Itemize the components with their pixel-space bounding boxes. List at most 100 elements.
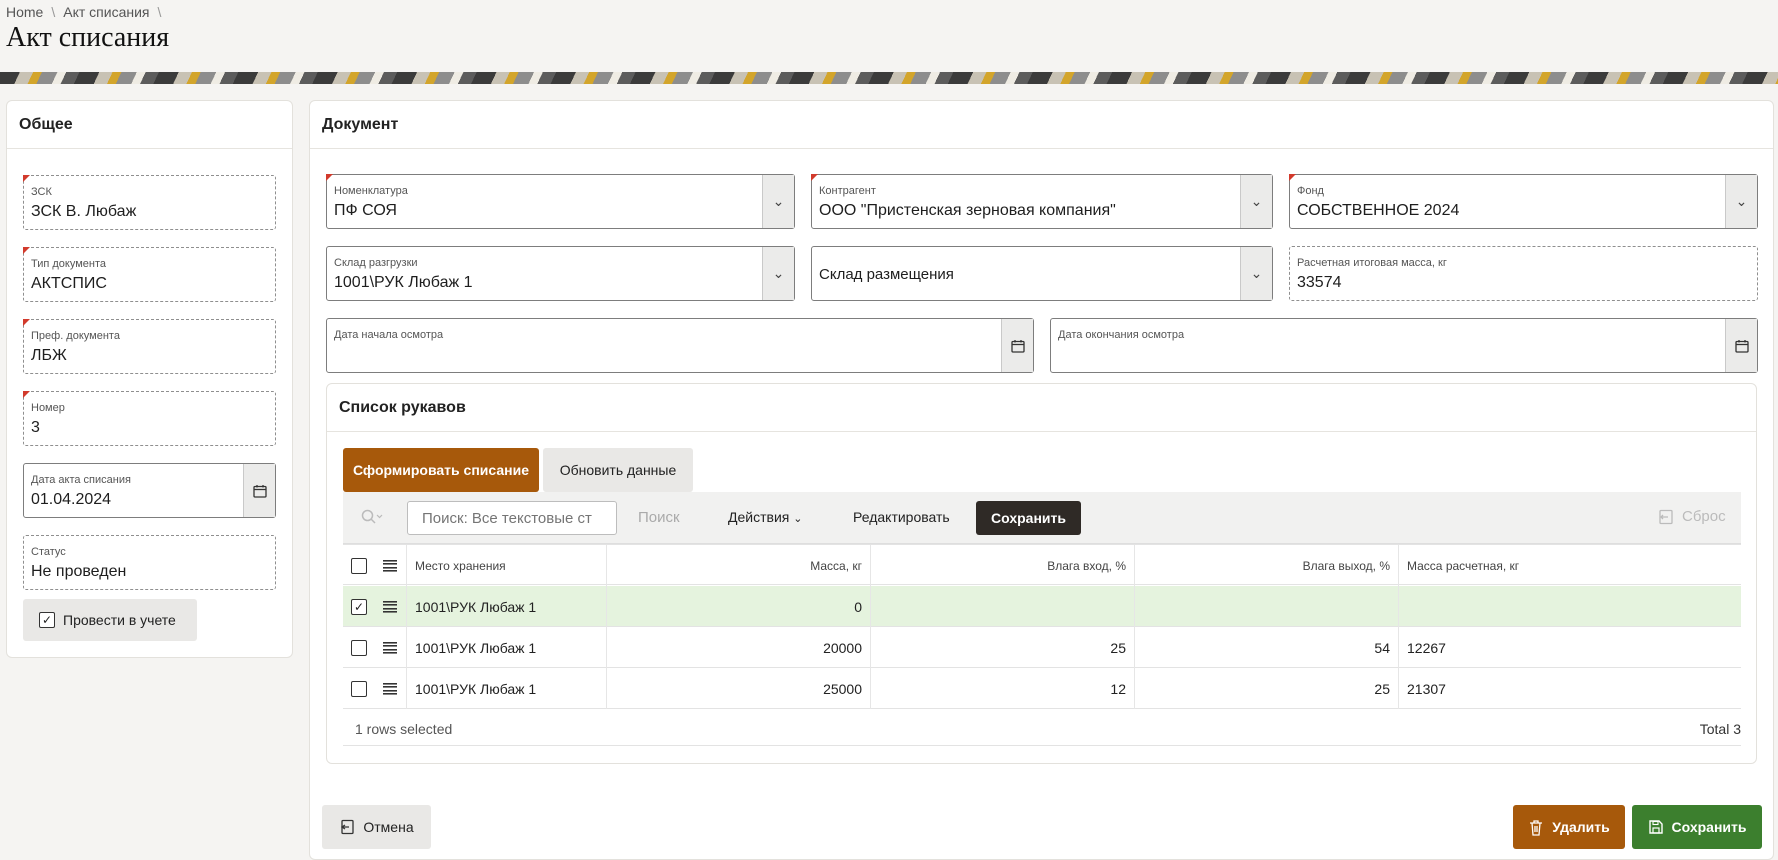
act-date-value: 01.04.2024 (31, 491, 112, 508)
column-header-calc-mass[interactable]: Масса расчетная, кг (1399, 545, 1741, 586)
breadcrumb-home[interactable]: Home (6, 4, 43, 20)
fund-label: Фонд (1297, 185, 1324, 197)
menu-lines-icon[interactable] (383, 641, 397, 654)
refresh-data-button[interactable]: Обновить данные (543, 448, 693, 492)
inspection-end-label: Дата окончания осмотра (1058, 329, 1185, 341)
storage-cell: 1001\РУК Любаж 1 (407, 627, 607, 668)
search-button[interactable]: Поиск (638, 509, 680, 526)
chevron-down-icon: ⌄ (793, 513, 803, 525)
doc-prefix-field[interactable]: Преф. документа ЛБЖ (23, 319, 276, 374)
calendar-icon[interactable] (1001, 319, 1033, 372)
page-title: Акт списания (6, 22, 170, 53)
column-header-moisture-out[interactable]: Влага выход, % (1135, 545, 1399, 586)
row-checkbox[interactable] (351, 639, 367, 656)
column-header-storage[interactable]: Место хранения (407, 545, 607, 586)
edit-button[interactable]: Редактировать (853, 509, 950, 525)
menu-lines-icon[interactable] (383, 682, 397, 695)
search-column-icon[interactable] (361, 509, 383, 528)
column-header-mass[interactable]: Масса, кг (607, 545, 871, 586)
post-in-accounting-button[interactable]: ✓ Провести в учете (23, 599, 197, 641)
row-actions-cell (379, 586, 407, 627)
counterparty-select[interactable]: Контрагент ООО "Пристенская зерновая ком… (811, 174, 1273, 229)
search-input[interactable] (407, 501, 617, 535)
storage-cell: 1001\РУК Любаж 1 (407, 586, 607, 627)
breadcrumb-current[interactable]: Акт списания (63, 4, 149, 20)
actions-menu-label: Действия (728, 509, 790, 525)
nomenclature-label: Номенклатура (334, 185, 408, 197)
doc-prefix-label: Преф. документа (31, 330, 120, 342)
save-label: Сохранить (1671, 819, 1747, 835)
zsk-label: ЗСК (31, 186, 52, 198)
doc-type-field[interactable]: Тип документа АКТСПИС (23, 247, 276, 302)
moisture-in-cell: 25 (871, 627, 1135, 668)
table-row[interactable]: 1001\РУК Любаж 1 20000 25 54 12267 (343, 627, 1741, 668)
nomenclature-select[interactable]: Номенклатура ПФ СОЯ ⌄ (326, 174, 795, 229)
row-select-cell: ✓ (343, 586, 373, 627)
unload-warehouse-select[interactable]: Склад разгрузки 1001\РУК Любаж 1 ⌄ (326, 246, 795, 301)
grid-save-button[interactable]: Сохранить (976, 501, 1081, 535)
column-header-moisture-in[interactable]: Влага вход, % (871, 545, 1135, 586)
cancel-button[interactable]: Отмена (322, 805, 431, 849)
exit-icon (341, 819, 355, 835)
row-select-cell (343, 627, 373, 668)
calendar-icon[interactable] (1725, 319, 1757, 372)
row-actions-cell (379, 627, 407, 668)
chevron-down-icon[interactable]: ⌄ (1725, 175, 1757, 228)
row-actions-header (379, 545, 407, 586)
chevron-down-icon[interactable]: ⌄ (1240, 247, 1272, 300)
delete-label: Удалить (1552, 819, 1610, 835)
form-writeoff-button[interactable]: Сформировать списание (343, 448, 539, 492)
moisture-out-cell (1135, 586, 1399, 627)
mass-cell: 0 (607, 586, 871, 627)
breadcrumb-separator: \ (51, 4, 56, 20)
status-field: Статус Не проведен (23, 535, 276, 590)
save-button[interactable]: Сохранить (1632, 805, 1762, 849)
moisture-out-cell: 54 (1135, 627, 1399, 668)
nomenclature-value: ПФ СОЯ (334, 202, 397, 219)
act-date-field[interactable]: Дата акта списания 01.04.2024 (23, 463, 276, 518)
row-actions-cell (379, 668, 407, 709)
chevron-down-icon[interactable]: ⌄ (762, 247, 794, 300)
placement-warehouse-label: Склад размещения (819, 266, 954, 283)
select-all-checkbox[interactable] (351, 557, 367, 574)
fund-select[interactable]: Фонд СОБСТВЕННОЕ 2024 ⌄ (1289, 174, 1758, 229)
moisture-out-cell: 25 (1135, 668, 1399, 709)
table-row[interactable]: ✓ 1001\РУК Любаж 1 0 (343, 586, 1741, 627)
row-checkbox[interactable] (351, 680, 367, 697)
table-row[interactable]: 1001\РУК Любаж 1 25000 12 25 21307 (343, 668, 1741, 709)
reset-button[interactable]: Сброс (1658, 508, 1726, 525)
calendar-icon[interactable] (243, 464, 275, 517)
post-in-accounting-label: Провести в учете (63, 612, 176, 628)
actions-menu[interactable]: Действия ⌄ (728, 509, 802, 525)
selected-rows-count: 1 rows selected (355, 721, 453, 737)
storage-cell: 1001\РУК Любаж 1 (407, 668, 607, 709)
breadcrumb-separator: \ (157, 4, 162, 20)
number-label: Номер (31, 402, 65, 414)
delete-button[interactable]: Удалить (1513, 805, 1625, 849)
inspection-start-label: Дата начала осмотра (334, 329, 444, 341)
row-checkbox-checked[interactable]: ✓ (351, 598, 367, 615)
doc-type-value: АКТСПИС (31, 275, 107, 292)
zsk-value: ЗСК В. Любаж (31, 203, 137, 220)
reset-icon (1659, 509, 1673, 524)
total-rows-count: Total 3 (1699, 721, 1741, 737)
status-value: Не проведен (31, 563, 127, 580)
doc-type-label: Тип документа (31, 258, 107, 270)
inspection-start-field[interactable]: Дата начала осмотра (326, 318, 1034, 373)
moisture-in-cell (871, 586, 1135, 627)
save-icon (1648, 820, 1663, 834)
status-label: Статус (31, 546, 66, 558)
chevron-down-icon[interactable]: ⌄ (762, 175, 794, 228)
number-field[interactable]: Номер 3 (23, 391, 276, 446)
decorative-banner (0, 72, 1778, 84)
inspection-end-field[interactable]: Дата окончания осмотра (1050, 318, 1758, 373)
zsk-field[interactable]: ЗСК ЗСК В. Любаж (23, 175, 276, 230)
moisture-in-cell: 12 (871, 668, 1135, 709)
calc-mass-cell (1399, 586, 1741, 627)
menu-lines-icon[interactable] (383, 600, 397, 613)
breadcrumb: Home \ Акт списания \ (6, 4, 161, 20)
calc-mass-value: 33574 (1297, 274, 1342, 291)
placement-warehouse-select[interactable]: Склад размещения ⌄ (811, 246, 1273, 301)
menu-lines-icon[interactable] (383, 559, 397, 572)
chevron-down-icon[interactable]: ⌄ (1240, 175, 1272, 228)
